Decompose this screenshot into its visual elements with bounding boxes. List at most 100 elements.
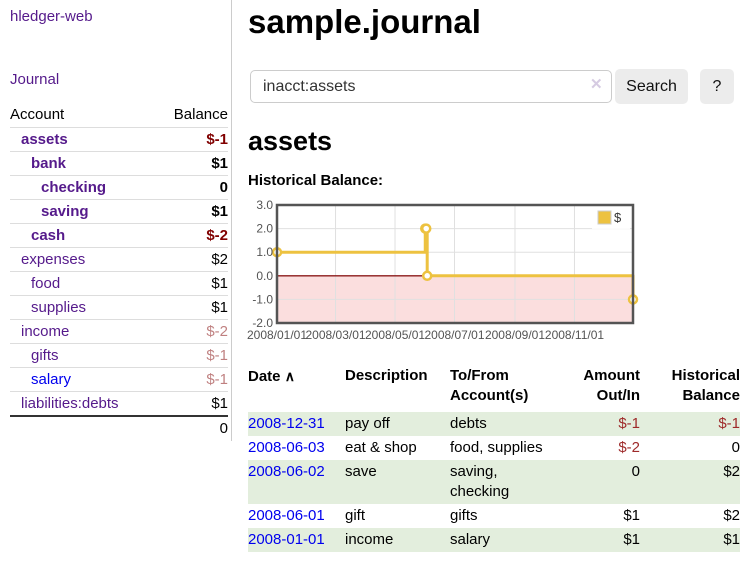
sidebar-account-row: liabilities:debts $1 bbox=[10, 392, 228, 417]
sidebar-account-row: saving $1 bbox=[10, 200, 228, 224]
register-body: 2008-12-31pay offdebts$-1$-1 2008-06-03 ea… bbox=[248, 412, 740, 552]
chart-label: Historical Balance: bbox=[248, 172, 383, 189]
sidebar-accounts-table: Account Balance assets$-1bank$1checking0… bbox=[10, 103, 228, 440]
sidebar-total-row: 0 bbox=[10, 416, 228, 440]
sidebar-account-link[interactable]: food bbox=[31, 275, 60, 292]
register-description-cell: income bbox=[345, 528, 450, 552]
register-date-cell: 2008-06-03 bbox=[248, 436, 345, 460]
register-amount-cell: $-1 bbox=[560, 412, 640, 436]
sidebar-account-link[interactable]: salary bbox=[31, 371, 71, 388]
sidebar-account-balance: $1 bbox=[155, 200, 228, 224]
chart-svg: $3.02.01.00.0-1.0-2.02008/01/012008/03/0… bbox=[240, 200, 642, 345]
register-row[interactable]: 2008-06-03eat & shopfood, supplies$-20 bbox=[248, 436, 740, 460]
sidebar-account-link[interactable]: supplies bbox=[31, 299, 86, 316]
clear-search-icon[interactable]: ✕ bbox=[590, 77, 603, 92]
column-header-date[interactable]: Date ∧ bbox=[248, 363, 345, 412]
register-balance-cell: $2 bbox=[640, 460, 740, 504]
sidebar-account-balance: $1 bbox=[155, 272, 228, 296]
sidebar-item-journal[interactable]: Journal bbox=[10, 71, 59, 88]
register-accounts-cell: gifts bbox=[450, 504, 560, 528]
sidebar-account-row: food $1 bbox=[10, 272, 228, 296]
historical-balance-chart[interactable]: $3.02.01.00.0-1.0-2.02008/01/012008/03/0… bbox=[240, 200, 642, 345]
transaction-date-link[interactable]: 2008-06-03 bbox=[248, 439, 325, 456]
sidebar-account-link[interactable]: saving bbox=[41, 203, 89, 220]
register-description-cell: save bbox=[345, 460, 450, 504]
sidebar-account-balance: $2 bbox=[155, 248, 228, 272]
sidebar-account-balance: 0 bbox=[155, 176, 228, 200]
transaction-date-link[interactable]: 2008-01-01 bbox=[248, 531, 325, 548]
svg-text:2008/01/01: 2008/01/01 bbox=[247, 328, 307, 342]
sidebar-account-balance: $-1 bbox=[155, 128, 228, 152]
sidebar-account-row: bank$1 bbox=[10, 152, 228, 176]
register-description-cell: gift bbox=[345, 504, 450, 528]
register-date-cell: 2008-06-02 bbox=[248, 460, 345, 504]
register-description-cell: eat & shop bbox=[345, 436, 450, 460]
svg-text:2.0: 2.0 bbox=[256, 222, 273, 236]
sidebar-account-balance: $-1 bbox=[155, 368, 228, 392]
sidebar-account-row: checking 0 bbox=[10, 176, 228, 200]
register-row[interactable]: 2008-06-02 savesaving, checking0$2 bbox=[248, 460, 740, 504]
sort-ascending-icon: ∧ bbox=[285, 368, 295, 384]
register-date-cell: 2008-01-01 bbox=[248, 528, 345, 552]
sidebar-total-balance: 0 bbox=[155, 416, 228, 440]
register-amount-cell: 0 bbox=[560, 460, 640, 504]
sidebar-account-row: supplies $1 bbox=[10, 296, 228, 320]
register-table: Date ∧ Description To/From Account(s) Am… bbox=[248, 363, 740, 552]
register-row[interactable]: 2008-12-31pay offdebts$-1$-1 bbox=[248, 412, 740, 436]
sidebar-account-link[interactable]: checking bbox=[41, 179, 106, 196]
app-title-link[interactable]: hledger-web bbox=[10, 8, 93, 25]
sidebar-account-link[interactable]: bank bbox=[31, 155, 66, 172]
svg-text:0.0: 0.0 bbox=[256, 269, 273, 283]
sidebar-account-link[interactable]: income bbox=[21, 323, 69, 340]
register-amount-cell: $1 bbox=[560, 528, 640, 552]
sidebar-account-column-header: Account bbox=[10, 103, 155, 128]
sidebar-account-row: assets $-1 bbox=[10, 128, 228, 152]
svg-text:3.0: 3.0 bbox=[256, 200, 273, 212]
sidebar-account-balance: $-2 bbox=[155, 224, 228, 248]
sidebar-account-balance: $-2 bbox=[155, 320, 228, 344]
svg-text:2008/09/01: 2008/09/01 bbox=[485, 328, 545, 342]
help-button[interactable]: ? bbox=[700, 69, 734, 104]
svg-text:2008/11/01: 2008/11/01 bbox=[545, 328, 604, 342]
register-accounts-cell: salary bbox=[450, 528, 560, 552]
search-button[interactable]: Search bbox=[615, 69, 688, 104]
sidebar-account-row: salary $-1 bbox=[10, 368, 228, 392]
sidebar-account-link[interactable]: assets bbox=[21, 131, 68, 148]
svg-text:2008/03/01: 2008/03/01 bbox=[305, 328, 365, 342]
column-header-balance: Historical Balance bbox=[640, 363, 740, 412]
register-balance-cell: $2 bbox=[640, 504, 740, 528]
transaction-date-link[interactable]: 2008-12-31 bbox=[248, 415, 325, 432]
register-accounts-cell: saving, checking bbox=[450, 460, 560, 504]
register-amount-cell: $1 bbox=[560, 504, 640, 528]
sidebar-account-link[interactable]: cash bbox=[31, 227, 65, 244]
sidebar-account-link[interactable]: expenses bbox=[21, 251, 85, 268]
sidebar-account-link[interactable]: gifts bbox=[31, 347, 59, 364]
transaction-date-link[interactable]: 2008-06-02 bbox=[248, 463, 325, 480]
sidebar-account-link[interactable]: liabilities:debts bbox=[21, 395, 119, 412]
page-title: sample.journal bbox=[248, 5, 481, 38]
chart-legend-label: $ bbox=[614, 210, 622, 225]
search-input[interactable] bbox=[250, 70, 612, 103]
register-header-row: Date ∧ Description To/From Account(s) Am… bbox=[248, 363, 740, 412]
sidebar-account-row: gifts $-1 bbox=[10, 344, 228, 368]
sidebar-account-row: income $-2 bbox=[10, 320, 228, 344]
register-row[interactable]: 2008-01-01incomesalary$1$1 bbox=[248, 528, 740, 552]
sidebar-account-balance: $1 bbox=[155, 392, 228, 417]
sidebar-account-balance: $1 bbox=[155, 296, 228, 320]
account-page-title: assets bbox=[248, 128, 332, 155]
register-balance-cell: 0 bbox=[640, 436, 740, 460]
sidebar-account-balance: $-1 bbox=[155, 344, 228, 368]
sidebar-account-row: cash $-2 bbox=[10, 224, 228, 248]
sidebar-balance-column-header: Balance bbox=[155, 103, 228, 128]
svg-text:2008/05/01: 2008/05/01 bbox=[365, 328, 425, 342]
sidebar-accounts-header-row: Account Balance bbox=[10, 103, 228, 128]
register-date-cell: 2008-06-01 bbox=[248, 504, 345, 528]
register-date-cell: 2008-12-31 bbox=[248, 412, 345, 436]
register-balance-cell: $1 bbox=[640, 528, 740, 552]
sidebar-accounts-body: assets$-1bank$1checking0saving$1cash$-2e… bbox=[10, 128, 228, 417]
svg-text:2008/07/01: 2008/07/01 bbox=[424, 328, 484, 342]
sidebar: hledger-web Journal Account Balance asse… bbox=[0, 0, 232, 441]
register-row[interactable]: 2008-06-01 giftgifts$1$2 bbox=[248, 504, 740, 528]
column-header-amount: Amount Out/In bbox=[560, 363, 640, 412]
transaction-date-link[interactable]: 2008-06-01 bbox=[248, 507, 325, 524]
